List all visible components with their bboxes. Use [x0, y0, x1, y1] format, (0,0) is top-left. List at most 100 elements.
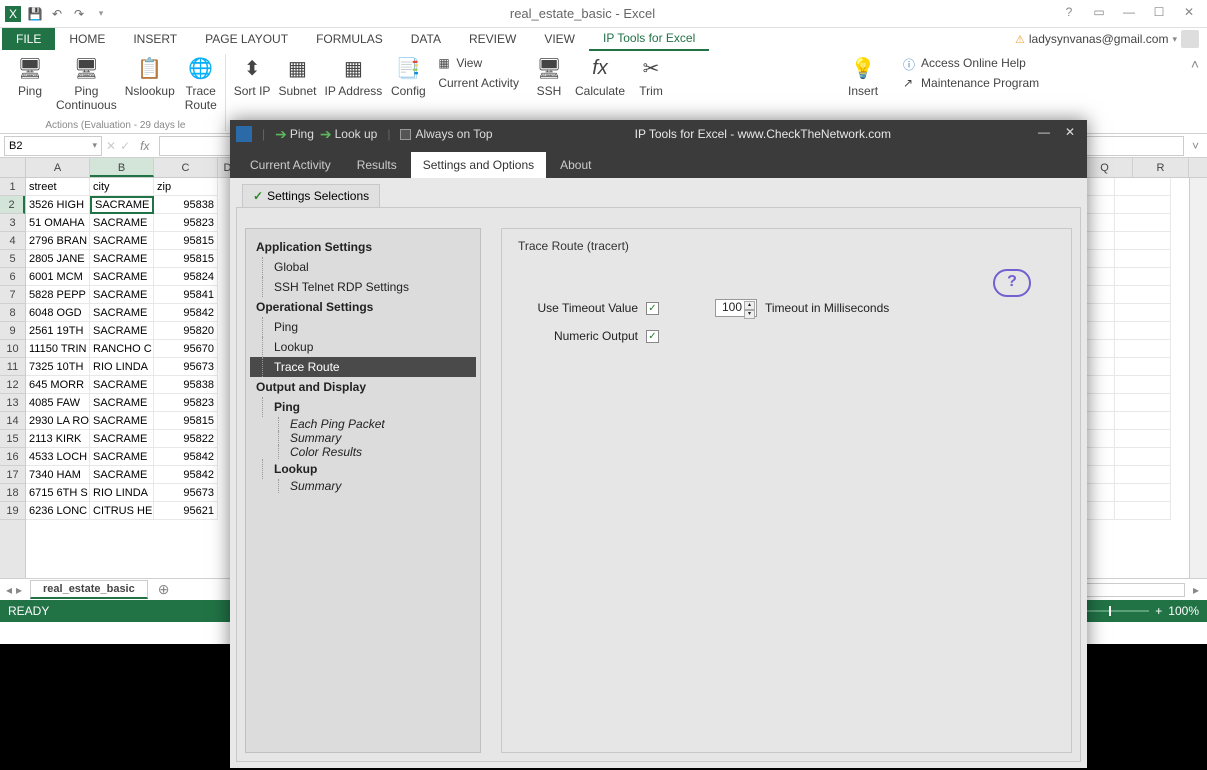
row-header[interactable]: 11: [0, 358, 25, 376]
sortip-button[interactable]: ⬍Sort IP: [234, 54, 271, 98]
cell[interactable]: 2113 KIRK: [26, 430, 90, 448]
cell[interactable]: 2796 BRAN: [26, 232, 90, 250]
sheet-nav-next-icon[interactable]: ▸: [16, 583, 22, 597]
cell[interactable]: 7340 HAM: [26, 466, 90, 484]
always-on-top-checkbox[interactable]: Always on Top: [400, 127, 492, 141]
col-header-c[interactable]: C: [154, 158, 218, 177]
ping-button[interactable]: 🖥Ping: [12, 54, 48, 98]
tree-color-results[interactable]: Color Results: [250, 445, 476, 459]
ssh-button[interactable]: 🖥SSH: [531, 54, 567, 98]
tree-output-display[interactable]: Output and Display: [250, 377, 476, 397]
cell[interactable]: 95823: [154, 214, 218, 232]
cell[interactable]: 95841: [154, 286, 218, 304]
spin-up-icon[interactable]: ▴: [744, 301, 755, 310]
formula-expand-icon[interactable]: ˅: [1188, 139, 1203, 153]
cell[interactable]: [1115, 322, 1171, 340]
cell[interactable]: 95670: [154, 340, 218, 358]
cell[interactable]: [1115, 304, 1171, 322]
cell[interactable]: 4533 LOCH: [26, 448, 90, 466]
tab-insert[interactable]: INSERT: [119, 28, 191, 50]
subnet-button[interactable]: ▦Subnet: [278, 54, 316, 98]
use-timeout-checkbox[interactable]: ✓: [646, 302, 659, 315]
undo-icon[interactable]: ↶: [48, 5, 66, 23]
tree-each-ping-packet[interactable]: Each Ping Packet: [250, 417, 476, 431]
sheet-tab[interactable]: real_estate_basic: [30, 580, 148, 599]
tree-ssh-telnet-rdp[interactable]: SSH Telnet RDP Settings: [250, 277, 476, 297]
trim-button[interactable]: ✂Trim: [633, 54, 669, 98]
cell[interactable]: 95842: [154, 304, 218, 322]
ribbon-collapse-icon[interactable]: ▭: [1085, 5, 1113, 23]
tree-traceroute[interactable]: Trace Route: [250, 357, 476, 377]
current-activity-button[interactable]: Current Activity: [434, 74, 523, 92]
cell[interactable]: CITRUS HE: [90, 502, 154, 520]
tab-about[interactable]: About: [548, 152, 603, 178]
cell[interactable]: [1115, 214, 1171, 232]
cell[interactable]: 95822: [154, 430, 218, 448]
row-header[interactable]: 19: [0, 502, 25, 520]
cell[interactable]: [1115, 250, 1171, 268]
tab-iptools[interactable]: IP Tools for Excel: [589, 27, 709, 51]
tree-global[interactable]: Global: [250, 257, 476, 277]
help-bubble-icon[interactable]: ?: [993, 269, 1031, 297]
cell[interactable]: [1115, 502, 1171, 520]
cell[interactable]: [1115, 394, 1171, 412]
help-icon[interactable]: ?: [1055, 5, 1083, 23]
view-button[interactable]: ▦View: [434, 54, 523, 72]
cell[interactable]: street: [26, 178, 90, 196]
maximize-icon[interactable]: ☐: [1145, 5, 1173, 23]
qat-dropdown-icon[interactable]: ▾: [92, 5, 110, 23]
calculate-button[interactable]: fxCalculate: [575, 54, 625, 98]
insert-button[interactable]: 💡Insert: [845, 54, 881, 98]
subtab-settings-selections[interactable]: ✓Settings Selections: [242, 184, 380, 207]
dialog-minimize-icon[interactable]: —: [1033, 125, 1055, 143]
dialog-ping-button[interactable]: ➔Ping: [275, 126, 314, 143]
cell[interactable]: [1115, 358, 1171, 376]
row-header[interactable]: 9: [0, 322, 25, 340]
hscroll-right-icon[interactable]: ▸: [1193, 583, 1199, 597]
dialog-close-icon[interactable]: ✕: [1059, 125, 1081, 143]
row-header[interactable]: 8: [0, 304, 25, 322]
cell[interactable]: SACRAME: [90, 448, 154, 466]
cell[interactable]: SACRAME: [90, 304, 154, 322]
tree-lookup[interactable]: Lookup: [250, 337, 476, 357]
col-header-a[interactable]: A: [26, 158, 90, 177]
cell[interactable]: 95838: [154, 376, 218, 394]
cell[interactable]: SACRAME: [90, 394, 154, 412]
timeout-value-input[interactable]: 100▴▾: [715, 299, 757, 317]
cell[interactable]: 95824: [154, 268, 218, 286]
row-header[interactable]: 15: [0, 430, 25, 448]
cell[interactable]: [1115, 196, 1171, 214]
row-header[interactable]: 14: [0, 412, 25, 430]
tree-output-ping[interactable]: Ping: [250, 397, 476, 417]
cell[interactable]: [1115, 484, 1171, 502]
cell[interactable]: [1115, 286, 1171, 304]
cell[interactable]: SACRAME: [90, 232, 154, 250]
row-header[interactable]: 13: [0, 394, 25, 412]
row-header[interactable]: 6: [0, 268, 25, 286]
cell[interactable]: 95673: [154, 358, 218, 376]
tab-data[interactable]: DATA: [397, 28, 455, 50]
cell[interactable]: 3526 HIGH: [26, 196, 90, 214]
row-header[interactable]: 17: [0, 466, 25, 484]
cell[interactable]: 95815: [154, 250, 218, 268]
cell[interactable]: zip: [154, 178, 218, 196]
tab-settings-options[interactable]: Settings and Options: [411, 152, 546, 178]
sheet-nav-prev-icon[interactable]: ◂: [6, 583, 12, 597]
tree-app-settings[interactable]: Application Settings: [250, 237, 476, 257]
cell[interactable]: 645 MORR: [26, 376, 90, 394]
redo-icon[interactable]: ↷: [70, 5, 88, 23]
config-button[interactable]: 📑Config: [390, 54, 426, 98]
cell[interactable]: 95820: [154, 322, 218, 340]
cell[interactable]: SACRAME: [90, 376, 154, 394]
user-badge[interactable]: ⚠ ladysynvanas@gmail.com ▾: [1015, 30, 1207, 48]
cell[interactable]: SACRAME: [90, 214, 154, 232]
tree-operational-settings[interactable]: Operational Settings: [250, 297, 476, 317]
zoom-in-icon[interactable]: +: [1155, 604, 1162, 618]
ipaddress-button[interactable]: ▦IP Address: [324, 54, 382, 98]
cell[interactable]: 95842: [154, 466, 218, 484]
cell[interactable]: 95673: [154, 484, 218, 502]
cell[interactable]: SACRAME: [90, 268, 154, 286]
row-header[interactable]: 7: [0, 286, 25, 304]
cell[interactable]: [1115, 466, 1171, 484]
tab-home[interactable]: HOME: [55, 28, 119, 50]
